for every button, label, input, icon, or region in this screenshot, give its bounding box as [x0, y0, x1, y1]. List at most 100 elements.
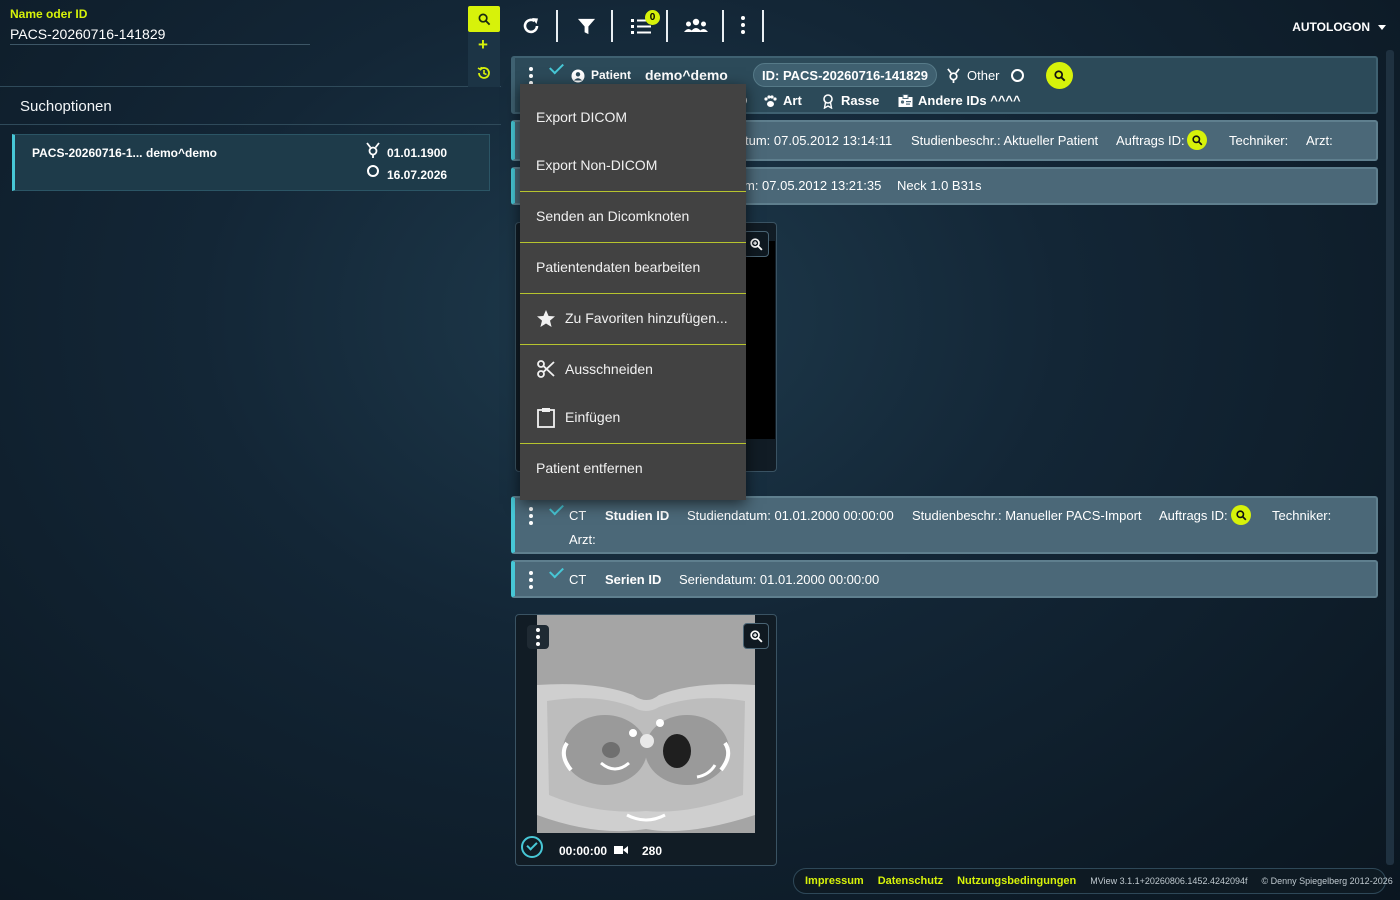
image-more-button[interactable]: [527, 625, 549, 649]
person-circle-icon: [571, 69, 585, 83]
study-order-label: Auftrags ID:: [1116, 133, 1185, 148]
menu-remove-patient[interactable]: Patient entfernen: [520, 444, 746, 492]
list-count-badge: 0: [645, 10, 660, 25]
search-options[interactable]: Suchoptionen: [0, 87, 501, 125]
search-input[interactable]: [10, 23, 310, 45]
image-zoom-button[interactable]: [743, 231, 769, 257]
gender-other-icon: [365, 141, 381, 162]
menu-paste[interactable]: Einfügen: [520, 393, 746, 441]
refresh-icon: [523, 18, 539, 34]
copyright-text: © Denny Spiegelberg 2012-2026: [1261, 876, 1393, 886]
impressum-link[interactable]: Impressum: [805, 875, 864, 887]
menu-export-dicom[interactable]: Export DICOM: [520, 93, 746, 141]
more-menu-button[interactable]: [736, 10, 750, 42]
patient-gender: Other: [967, 68, 1000, 83]
toolbar-separator: [611, 10, 613, 42]
zoom-in-icon: [749, 629, 763, 643]
users-icon: [684, 18, 708, 32]
study-id: Studien ID: [605, 508, 670, 523]
search-button[interactable]: [468, 6, 500, 32]
more-vertical-icon: [741, 15, 745, 37]
study-order-label: Auftrags ID:: [1159, 508, 1228, 523]
toolbar-separator: [666, 10, 668, 42]
image-card[interactable]: 00:00:00 280: [515, 614, 777, 866]
toolbar: 0 AUTOLOGON: [501, 0, 1400, 50]
study-date: tum: 07.05.2012 13:14:11: [745, 133, 893, 148]
zoom-in-icon: [749, 237, 763, 251]
study-date: Studiendatum: 01.01.2000 00:00:00: [687, 508, 894, 523]
patient-card-id: PACS-20260716-1...: [32, 146, 143, 160]
patient-list-item[interactable]: PACS-20260716-1... demo^demo 01.01.1900 …: [12, 134, 490, 191]
toolbar-separator: [722, 10, 724, 42]
menu-item-label: Einfügen: [565, 409, 621, 425]
add-icon[interactable]: +: [478, 36, 488, 53]
patient-other-ids: Andere IDs ^^^^: [918, 93, 1021, 108]
patient-art: Art: [783, 93, 802, 108]
study-modality: CT: [569, 508, 587, 523]
search-icon: [1235, 509, 1246, 520]
terms-link[interactable]: Nutzungsbedingungen: [957, 875, 1076, 887]
menu-send-dicom-node[interactable]: Senden an Dicomknoten: [520, 192, 746, 240]
footer: Impressum Datenschutz Nutzungsbedingunge…: [793, 868, 1393, 894]
check-icon[interactable]: [549, 500, 564, 516]
order-search-button[interactable]: [1187, 130, 1207, 150]
gender-other-icon: [947, 68, 960, 83]
study-description: Studienbeschr.: Aktueller Patient: [911, 133, 1099, 148]
refresh-button[interactable]: [519, 10, 543, 42]
image-time: 00:00:00: [559, 844, 608, 858]
series-bar[interactable]: CT Serien ID Seriendatum: 01.01.2000 00:…: [511, 560, 1378, 598]
star-icon: [536, 309, 556, 328]
more-vertical-icon: [536, 628, 540, 649]
user-menu[interactable]: AUTOLOGON: [1292, 20, 1386, 34]
study-doctor: Arzt:: [1306, 133, 1333, 148]
scissors-icon: [536, 359, 556, 379]
order-search-button[interactable]: [1231, 505, 1251, 525]
study-description: Studienbeschr.: Manueller PACS-Import: [912, 508, 1142, 523]
users-button[interactable]: [681, 10, 711, 42]
menu-cut[interactable]: Ausschneiden: [520, 345, 746, 393]
menu-item-label: Senden an Dicomknoten: [536, 208, 690, 224]
search-icon: [1053, 69, 1065, 81]
ct-image: [537, 615, 755, 833]
patient-card-birth-date: 01.01.1900: [387, 146, 448, 160]
clipboard-icon: [536, 407, 556, 428]
search-box: Name oder ID +: [0, 0, 501, 87]
menu-item-label: Patient entfernen: [536, 460, 643, 476]
menu-add-favorite[interactable]: Zu Favoriten hinzufügen...: [520, 294, 746, 342]
scrollbar[interactable]: [1386, 50, 1394, 865]
series-description: Neck 1.0 B31s: [897, 178, 982, 193]
search-options-label: Suchoptionen: [20, 98, 112, 115]
patient-label: Patient: [591, 68, 632, 82]
menu-export-non-dicom[interactable]: Export Non-DICOM: [520, 141, 746, 189]
context-menu: Export DICOM Export Non-DICOM Senden an …: [520, 84, 746, 500]
study-more-icon[interactable]: [529, 507, 533, 528]
menu-item-label: Ausschneiden: [565, 361, 653, 377]
search-label: Name oder ID: [10, 7, 88, 21]
image-zoom-button[interactable]: [743, 623, 769, 649]
check-icon[interactable]: [549, 59, 564, 75]
menu-item-label: Export DICOM: [536, 109, 628, 125]
patient-card-name: demo^demo: [146, 146, 218, 160]
patient-search-button[interactable]: [1046, 62, 1073, 89]
check-icon[interactable]: [549, 563, 564, 579]
study-technician: Techniker:: [1229, 133, 1289, 148]
paw-icon: [764, 95, 777, 107]
study-bar[interactable]: CT Studien ID Studiendatum: 01.01.2000 0…: [511, 496, 1378, 554]
award-icon: [823, 94, 833, 109]
filter-button[interactable]: [574, 10, 598, 42]
menu-item-label: Patientendaten bearbeiten: [536, 259, 701, 275]
patient-id-pill[interactable]: ID: PACS-20260716-141829: [753, 63, 937, 87]
circle-icon: [1011, 69, 1024, 82]
privacy-link[interactable]: Datenschutz: [878, 875, 943, 887]
filter-icon: [577, 18, 595, 34]
toolbar-separator: [556, 10, 558, 42]
series-date: m: 07.05.2012 13:21:35: [744, 178, 882, 193]
series-more-icon[interactable]: [529, 571, 533, 592]
deceased-circle-icon: [367, 165, 379, 177]
history-icon[interactable]: [476, 65, 492, 84]
patient-card-date: 16.07.2026: [387, 168, 448, 182]
menu-item-label: Zu Favoriten hinzufügen...: [565, 310, 728, 326]
check-icon: [526, 839, 538, 851]
image-select-toggle[interactable]: [521, 836, 543, 858]
menu-edit-patient[interactable]: Patientendaten bearbeiten: [520, 243, 746, 291]
